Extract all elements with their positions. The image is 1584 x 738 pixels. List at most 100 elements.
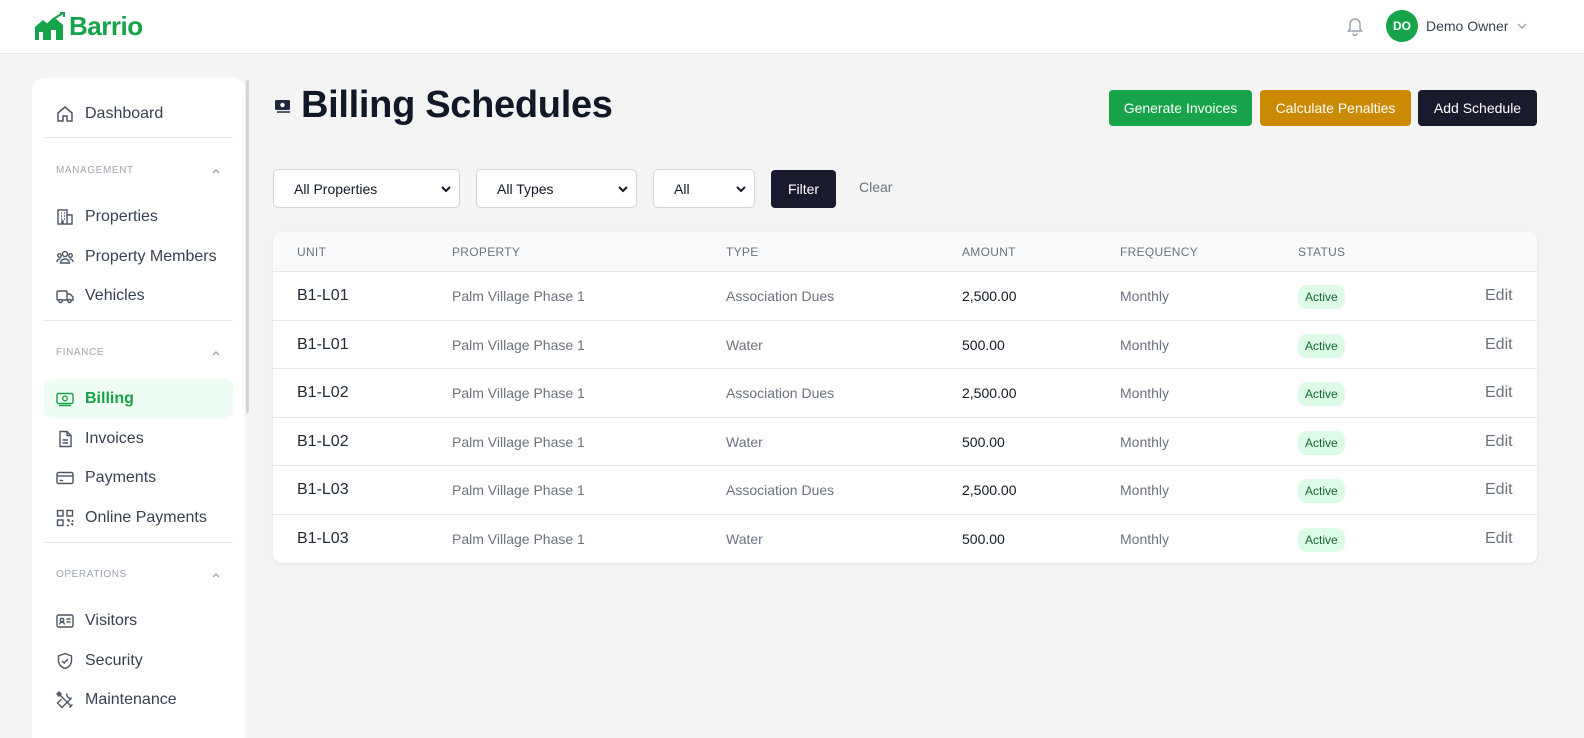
sidebar-item-label: Visitors (85, 611, 138, 629)
select-value: All Types (497, 180, 554, 197)
users-icon (56, 248, 74, 266)
cell-frequency: Monthly (1120, 288, 1170, 304)
divider (44, 320, 233, 321)
chevron-down-icon (434, 183, 452, 195)
chevron-up-icon (211, 166, 221, 176)
property-filter-select[interactable]: All Properties (273, 169, 460, 208)
top-bar: Barrio DO Demo Owner (0, 0, 1584, 54)
banknote-icon (56, 390, 74, 408)
edit-link[interactable]: Edit (1485, 336, 1513, 354)
cell-type: Water (726, 433, 763, 450)
banknote-icon (274, 98, 292, 114)
chevron-up-icon (211, 570, 221, 580)
sidebar-item-label: Payments (85, 468, 157, 486)
select-value: All (674, 180, 690, 197)
select-value: All Properties (294, 180, 378, 197)
credit-card-icon (56, 469, 74, 487)
sidebar-item-label: Properties (85, 207, 158, 225)
edit-link[interactable]: Edit (1485, 287, 1513, 305)
user-menu[interactable]: DO Demo Owner (1386, 10, 1528, 42)
section-label: FINANCE (56, 347, 105, 358)
sidebar-item-label: Billing (85, 389, 134, 407)
table-row[interactable]: B1-L01 Palm Village Phase 1 Association Du… (273, 272, 1537, 321)
sidebar-item-label: Maintenance (85, 690, 177, 708)
section-operations-toggle[interactable]: OPERATIONS (56, 569, 221, 580)
add-schedule-button[interactable]: Add Schedule (1418, 90, 1537, 126)
status-badge: Active (1298, 333, 1345, 358)
sidebar-item-vehicles[interactable]: Vehicles (44, 276, 233, 315)
chevron-down-icon (729, 183, 747, 195)
cell-type: Association Dues (726, 482, 835, 498)
sidebar-item-dashboard[interactable]: Dashboard (44, 94, 233, 133)
status-badge: Active (1298, 479, 1345, 503)
generate-invoices-button[interactable]: Generate Invoices (1109, 90, 1252, 126)
cell-property: Palm Village Phase 1 (452, 433, 585, 450)
table-row[interactable]: B1-L03 Palm Village Phase 1 Water 500.00 Mon… (273, 515, 1537, 564)
edit-link[interactable]: Edit (1485, 481, 1513, 499)
notifications-button[interactable] (1346, 16, 1364, 36)
sidebar-item-payments[interactable]: Payments (44, 458, 233, 497)
qr-code-icon (56, 509, 74, 527)
sidebar-item-online-payments[interactable]: Online Payments (44, 498, 233, 537)
cell-type: Water (726, 336, 763, 353)
sidebar-item-label: Invoices (85, 429, 144, 447)
sidebar-item-visitors[interactable]: Visitors (44, 601, 233, 640)
cell-amount: 2,500.00 (962, 288, 1017, 304)
cell-property: Palm Village Phase 1 (452, 482, 585, 498)
section-label: OPERATIONS (56, 569, 127, 580)
billing-schedules-table: UNIT PROPERTY TYPE AMOUNT FREQUENCY STAT… (273, 232, 1537, 563)
column-header-frequency: FREQUENCY (1120, 245, 1199, 259)
sidebar-scrollbar[interactable] (246, 80, 249, 413)
cell-property: Palm Village Phase 1 (452, 288, 585, 304)
status-badge: Active (1298, 382, 1345, 406)
cell-status: Active (1298, 285, 1345, 309)
sidebar-item-billing[interactable]: Billing (44, 379, 233, 418)
document-icon (56, 430, 74, 448)
sidebar-item-invoices[interactable]: Invoices (44, 419, 233, 458)
edit-link[interactable]: Edit (1485, 384, 1513, 402)
type-filter-select[interactable]: All Types (476, 169, 637, 208)
id-card-icon (56, 612, 74, 630)
edit-link[interactable]: Edit (1485, 433, 1513, 451)
chevron-up-icon (211, 348, 221, 358)
user-name: Demo Owner (1426, 18, 1509, 34)
cell-status: Active (1298, 527, 1345, 552)
sidebar-item-properties[interactable]: Properties (44, 197, 233, 236)
cell-status: Active (1298, 430, 1345, 455)
filter-button[interactable]: Filter (771, 170, 836, 208)
column-header-property: PROPERTY (452, 245, 521, 259)
home-icon (56, 105, 74, 123)
cell-unit: B1-L03 (297, 529, 349, 547)
table-row[interactable]: B1-L01 Palm Village Phase 1 Water 500.00 Mon… (273, 321, 1537, 369)
cell-unit: B1-L02 (297, 384, 349, 401)
cell-unit: B1-L02 (297, 432, 349, 450)
column-header-status: STATUS (1298, 245, 1346, 259)
page-title: Billing Schedules (301, 84, 613, 126)
divider (44, 542, 233, 543)
section-finance-toggle[interactable]: FINANCE (56, 347, 221, 358)
cell-type: Association Dues (726, 288, 835, 304)
cell-frequency: Monthly (1120, 482, 1170, 498)
table-row[interactable]: B1-L02 Palm Village Phase 1 Water 500.00 Mon… (273, 418, 1537, 466)
sidebar-item-label: Property Members (85, 247, 217, 265)
sidebar-item-property-members[interactable]: Property Members (44, 237, 233, 276)
cell-unit: B1-L01 (297, 335, 349, 353)
column-header-unit: UNIT (297, 245, 327, 259)
calculate-penalties-button[interactable]: Calculate Penalties (1260, 90, 1411, 126)
edit-link[interactable]: Edit (1485, 530, 1513, 548)
status-filter-select[interactable]: All (653, 169, 755, 208)
cell-amount: 2,500.00 (962, 385, 1017, 401)
sidebar-item-maintenance[interactable]: Maintenance (44, 680, 233, 719)
brand-logo[interactable]: Barrio (33, 11, 143, 42)
page-header: Billing Schedules (274, 84, 613, 127)
cell-amount: 2,500.00 (962, 482, 1017, 498)
section-label: MANAGEMENT (56, 165, 134, 176)
section-management-toggle[interactable]: MANAGEMENT (56, 165, 221, 176)
status-badge: Active (1298, 527, 1345, 552)
cell-unit: B1-L01 (297, 287, 349, 304)
table-row[interactable]: B1-L02 Palm Village Phase 1 Association Du… (273, 369, 1537, 418)
avatar: DO (1386, 10, 1418, 42)
table-row[interactable]: B1-L03 Palm Village Phase 1 Association Du… (273, 466, 1537, 515)
clear-filters-link[interactable]: Clear (859, 179, 892, 195)
sidebar-item-security[interactable]: Security (44, 641, 233, 680)
